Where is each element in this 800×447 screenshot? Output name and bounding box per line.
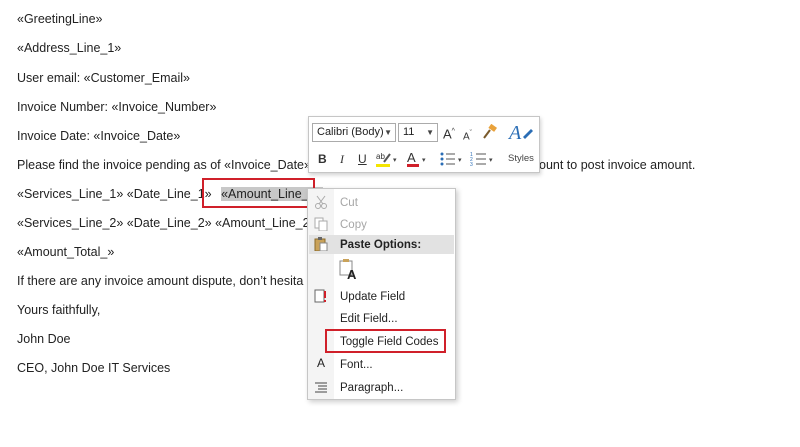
grow-font-icon: A	[443, 126, 452, 142]
signature-name[interactable]: John Doe	[17, 331, 71, 347]
font-color-button[interactable]: A ▾	[406, 150, 432, 171]
paste-options-label: Paste Options:	[340, 239, 422, 251]
svg-text:A: A	[507, 122, 522, 143]
invoice-date-line[interactable]: Invoice Date: «Invoice_Date»	[17, 128, 180, 144]
services-line-2[interactable]: «Services_Line_2» «Date_Line_2» «Amount_…	[17, 215, 317, 231]
user-email-line[interactable]: User email: «Customer_Email»	[17, 70, 190, 86]
font-size-value: 11	[403, 126, 415, 138]
font-icon: A	[317, 356, 326, 370]
context-menu: Cut Copy Paste Options: A Update Field E…	[307, 188, 456, 400]
underline-button[interactable]: U	[358, 152, 367, 166]
format-painter-button[interactable]	[481, 123, 497, 143]
numbered-list-icon: 1 2 3 ▾	[470, 152, 493, 168]
dispute-line[interactable]: If there are any invoice amount dispute,…	[17, 273, 303, 289]
svg-text:3: 3	[470, 162, 473, 168]
services-date-fields[interactable]: «Services_Line_1» «Date_Line_1»	[17, 187, 212, 201]
svg-text:A: A	[407, 150, 416, 165]
numbering-button[interactable]: 1 2 3 ▾	[470, 150, 498, 171]
italic-button[interactable]: I	[340, 152, 344, 166]
svg-text:▾: ▾	[489, 157, 493, 164]
field-greeting-line[interactable]: «GreetingLine»	[17, 11, 102, 27]
chevron-down-icon: ▼	[384, 128, 392, 137]
invoice-number-line[interactable]: Invoice Number: «Invoice_Number»	[17, 99, 216, 115]
menu-item-edit-field[interactable]: Edit Field...	[340, 312, 398, 326]
clipboard-icon	[314, 237, 328, 251]
paste-text-letter: A	[347, 267, 357, 282]
grow-font-button[interactable]: A^	[443, 125, 455, 141]
styles-label: Styles	[508, 153, 534, 164]
bullets-button[interactable]: ▾	[439, 150, 467, 171]
font-color-icon: A ▾	[407, 150, 426, 167]
bullet-list-icon: ▾	[440, 152, 462, 166]
update-field-icon	[314, 289, 326, 303]
styles-button[interactable]: A	[507, 121, 537, 146]
invoice-pending-line[interactable]: Please find the invoice pending as of «I…	[17, 157, 311, 173]
highlight-button[interactable]: ab ▾	[375, 150, 401, 171]
signature-title[interactable]: CEO, John Doe IT Services	[17, 360, 170, 376]
highlighter-icon: ab ▾	[376, 152, 397, 167]
paragraph-icon	[315, 382, 327, 393]
shrink-font-button[interactable]: Aˇ	[463, 127, 472, 144]
amount-total-field[interactable]: «Amount_Total_»	[17, 244, 114, 260]
closing-line[interactable]: Yours faithfully,	[17, 302, 100, 318]
shrink-font-icon: A	[463, 131, 470, 143]
chevron-down-icon: ▼	[426, 128, 434, 137]
menu-item-update-field[interactable]: Update Field	[340, 290, 405, 304]
menu-item-cut[interactable]: Cut	[340, 196, 358, 210]
svg-text:▾: ▾	[393, 157, 397, 164]
styles-icon: A	[507, 122, 533, 144]
menu-item-font[interactable]: Font...	[340, 358, 373, 372]
field-address-line[interactable]: «Address_Line_1»	[17, 40, 121, 56]
font-name-value: Calibri (Body)	[317, 126, 384, 138]
svg-text:ab: ab	[376, 152, 385, 161]
annotation-box-toggle-field-codes	[325, 329, 446, 353]
scissors-icon	[315, 195, 327, 209]
svg-text:▾: ▾	[458, 157, 462, 164]
font-name-dropdown[interactable]: Calibri (Body) ▼	[312, 123, 396, 142]
font-size-dropdown[interactable]: 11 ▼	[398, 123, 438, 142]
bold-button[interactable]: B	[318, 152, 327, 166]
annotation-box-amount-field	[202, 178, 315, 208]
mini-toolbar: Calibri (Body) ▼ 11 ▼ A^ Aˇ A Styles B I…	[308, 116, 540, 173]
menu-item-paragraph[interactable]: Paragraph...	[340, 381, 403, 395]
format-painter-icon	[483, 123, 497, 139]
svg-text:▾: ▾	[422, 157, 426, 164]
menu-item-copy[interactable]: Copy	[340, 218, 367, 232]
copy-icon	[314, 217, 328, 231]
invoice-pending-line-end[interactable]: ount to post invoice amount.	[539, 157, 695, 173]
paste-keep-text-only-button[interactable]: A	[338, 259, 358, 282]
